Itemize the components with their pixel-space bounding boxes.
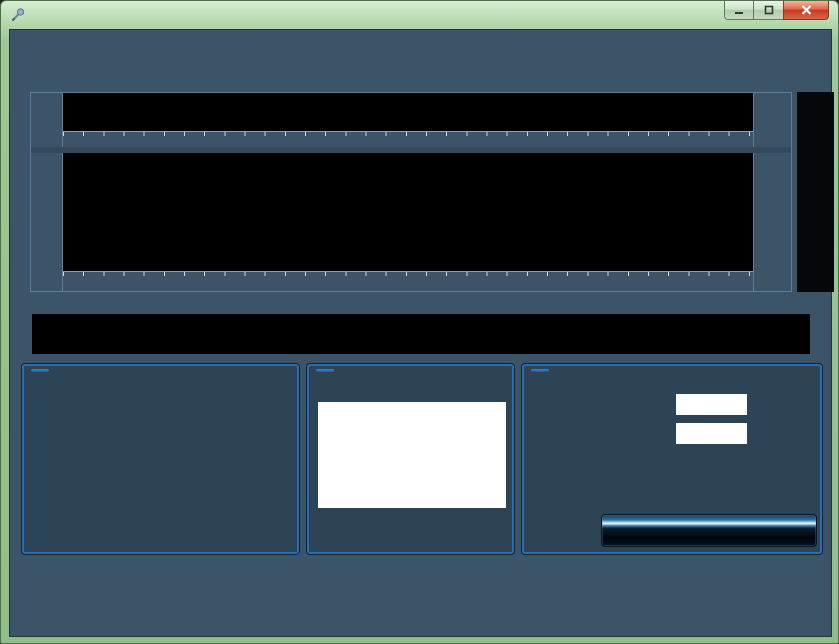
- minimize-button[interactable]: [724, 1, 754, 20]
- level-meter-right-column: [817, 94, 831, 290]
- close-icon: [801, 5, 812, 15]
- position-markers-header: [316, 369, 334, 372]
- positions-panel: [522, 364, 822, 554]
- minimize-icon: [734, 6, 744, 15]
- maximize-button[interactable]: [754, 1, 783, 20]
- toolbar: [20, 40, 823, 85]
- maximize-icon: [764, 5, 774, 15]
- main-timeline[interactable]: [63, 271, 753, 291]
- db-scale-left: [31, 153, 63, 291]
- window-frame: [0, 0, 839, 644]
- overview-plot: [63, 93, 753, 131]
- recording-modes-panel: [22, 364, 299, 554]
- deselect-button[interactable]: [601, 514, 817, 547]
- close-button[interactable]: [783, 1, 829, 20]
- markers-listbox[interactable]: [318, 402, 506, 508]
- title-bar[interactable]: [1, 1, 838, 29]
- client-area: [9, 29, 832, 637]
- microphone-app-icon: [10, 7, 26, 23]
- positions-header: [531, 369, 549, 372]
- db-scale-right: [753, 153, 791, 291]
- overview-waveform-canvas[interactable]: [63, 93, 753, 131]
- scroll-waveform-canvas[interactable]: [32, 314, 810, 354]
- position-markers-panel: [307, 364, 514, 554]
- transport-bar: [16, 581, 827, 633]
- overview-right-gutter: [753, 93, 791, 147]
- scroll-strip: [32, 314, 810, 354]
- main-plot: [63, 153, 753, 271]
- recording-position-field: [676, 423, 747, 444]
- main-waveform-canvas[interactable]: [63, 153, 753, 271]
- level-meters: [797, 92, 834, 292]
- recording-duration-field: [676, 394, 747, 415]
- recording-modes-header: [31, 369, 49, 372]
- overview-timeline[interactable]: [63, 131, 753, 147]
- overview-left-gutter: [31, 93, 63, 147]
- level-meter-left-column: [800, 94, 814, 290]
- waveform-area: [30, 92, 792, 292]
